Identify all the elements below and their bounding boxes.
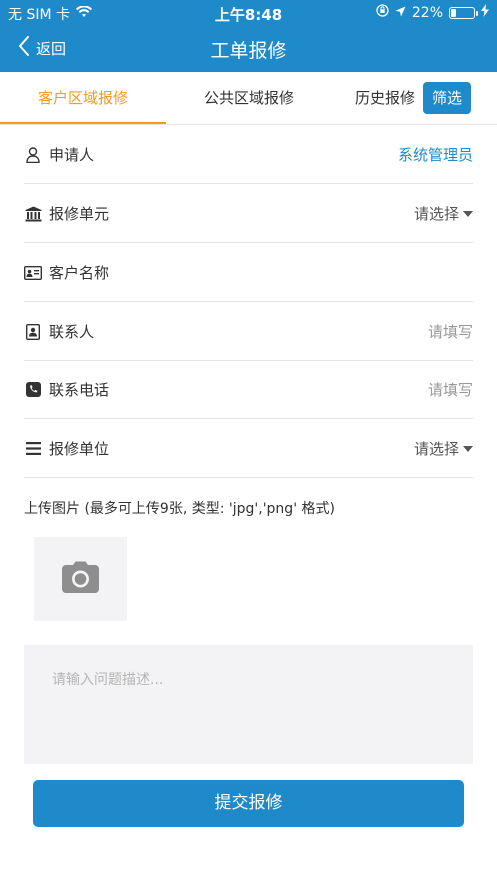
upload-images-label: 上传图片 (最多可上传9张, 类型: 'jpg','png' 格式) — [24, 501, 335, 517]
location-arrow-icon — [395, 5, 406, 21]
status-bar: 无 SIM 卡 上午8:48 22% — [0, 0, 497, 26]
repair-place-row[interactable]: 报修单位 请选择 — [24, 420, 473, 478]
caret-down-icon — [463, 210, 473, 217]
rotation-lock-icon — [376, 4, 389, 21]
customer-name-row: 客户名称 — [24, 244, 473, 302]
tab-customer-area-repair[interactable]: 客户区域报修 — [0, 72, 166, 125]
contact-label: 联系人 — [49, 323, 95, 341]
contact-book-icon — [24, 323, 42, 341]
page-title: 工单报修 — [210, 40, 287, 62]
problem-description-input[interactable] — [24, 645, 473, 764]
repair-place-label: 报修单位 — [49, 440, 110, 458]
nav-bar: 返回 工单报修 — [0, 26, 497, 72]
repair-unit-label: 报修单元 — [49, 205, 110, 223]
bank-icon — [24, 205, 42, 223]
tab-repair-history[interactable]: 历史报修 — [350, 72, 420, 125]
repair-unit-select-value: 请选择 — [413, 205, 459, 223]
status-right: 22% — [376, 4, 489, 21]
phone-label: 联系电话 — [49, 381, 110, 399]
battery-percent: 22% — [411, 4, 443, 21]
battery-fill — [451, 8, 456, 17]
submit-repair-button[interactable]: 提交报修 — [33, 780, 464, 827]
active-tab-indicator — [0, 122, 166, 124]
id-card-icon — [24, 264, 42, 282]
phone-icon — [24, 381, 42, 399]
applicant-label: 申请人 — [49, 146, 95, 164]
list-icon — [24, 440, 42, 458]
filter-button[interactable]: 筛选 — [423, 82, 471, 114]
phone-input[interactable]: 请填写 — [428, 379, 473, 400]
customer-name-label: 客户名称 — [49, 264, 110, 282]
repair-unit-row[interactable]: 报修单元 请选择 — [24, 185, 473, 243]
app-header: 无 SIM 卡 上午8:48 22% 返回 工单报修 — [0, 0, 497, 72]
contact-input[interactable]: 请填写 — [428, 321, 473, 342]
charging-icon — [481, 4, 489, 21]
contact-row: 联系人 请填写 — [24, 303, 473, 361]
user-icon — [24, 146, 42, 164]
caret-down-icon — [463, 445, 473, 452]
applicant-value[interactable]: 系统管理员 — [398, 144, 473, 165]
battery-icon — [449, 6, 478, 19]
repair-place-select[interactable]: 请选择 — [414, 438, 473, 459]
upload-image-button[interactable] — [34, 537, 127, 621]
tab-public-area-repair[interactable]: 公共区域报修 — [166, 72, 332, 125]
repair-place-select-value: 请选择 — [413, 440, 459, 458]
phone-row: 联系电话 请填写 — [24, 361, 473, 419]
applicant-row: 申请人 系统管理员 — [24, 126, 473, 184]
camera-icon — [62, 561, 99, 597]
repair-unit-select[interactable]: 请选择 — [414, 203, 473, 224]
